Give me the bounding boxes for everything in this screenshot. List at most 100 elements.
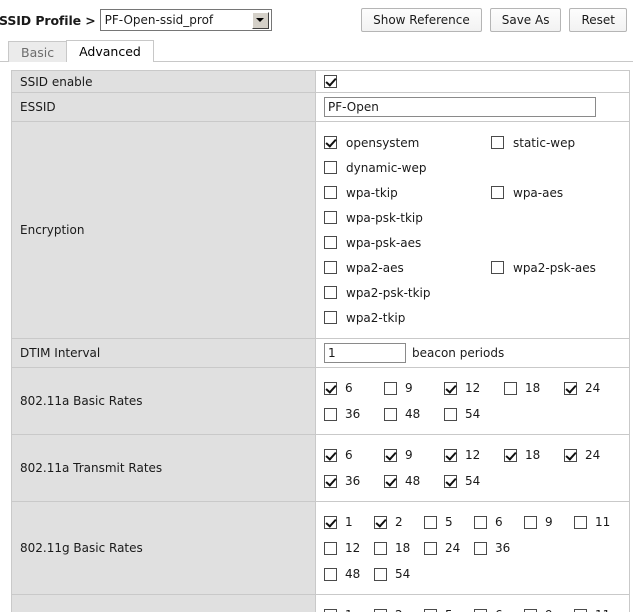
checkbox-wpa-tkip[interactable] [324,186,337,199]
rate-option-11a-basic-48[interactable]: 48 [384,407,444,421]
checkbox-11g-basic-54[interactable] [374,568,387,581]
checkbox-11g-tx-9[interactable] [524,609,537,612]
rate-option-11g-basic-12[interactable]: 12 [324,541,374,555]
checkbox-11g-basic-36[interactable] [474,542,487,555]
rate-option-11g-basic-24[interactable]: 24 [424,541,474,555]
checkbox-11g-basic-2[interactable] [374,516,387,529]
rate-option-11g-tx-5[interactable]: 5 [424,608,474,612]
rate-option-11a-basic-9[interactable]: 9 [384,381,444,395]
rate-option-11g-basic-9[interactable]: 9 [524,515,574,529]
tab-basic[interactable]: Basic [8,41,67,62]
checkbox-11g-basic-9[interactable] [524,516,537,529]
rate-option-11a-tx-12[interactable]: 12 [444,448,504,462]
checkbox-ssid-enable[interactable] [324,75,337,88]
encryption-option-static-wep[interactable]: static-wep [491,136,575,150]
encryption-option-wpa-aes[interactable]: wpa-aes [491,186,563,200]
rate-option-11g-basic-18[interactable]: 18 [374,541,424,555]
checkbox-11g-tx-2[interactable] [374,609,387,612]
encryption-option-wpa2-psk-aes[interactable]: wpa2-psk-aes [491,261,596,275]
checkbox-11a-tx-12[interactable] [444,449,457,462]
essid-input[interactable] [324,97,596,117]
checkbox-11a-basic-6[interactable] [324,382,337,395]
rate-option-11g-basic-36[interactable]: 36 [474,541,524,555]
checkbox-11a-tx-48[interactable] [384,475,397,488]
checkbox-11a-tx-54[interactable] [444,475,457,488]
checkbox-11g-basic-11[interactable] [574,516,587,529]
checkbox-11g-basic-5[interactable] [424,516,437,529]
rate-option-11g-basic-48[interactable]: 48 [324,567,374,581]
ssid-profile-select[interactable]: PF-Open-ssid_prof [100,9,272,31]
checkbox-11g-tx-11[interactable] [574,609,587,612]
encryption-option-wpa-psk-aes[interactable]: wpa-psk-aes [324,236,491,250]
checkbox-11g-basic-12[interactable] [324,542,337,555]
rate-option-11a-tx-6[interactable]: 6 [324,448,384,462]
rate-option-11g-basic-11[interactable]: 11 [574,515,624,529]
rate-option-11g-tx-2[interactable]: 2 [374,608,424,612]
rate-option-11a-basic-12[interactable]: 12 [444,381,504,395]
encryption-option-wpa2-aes[interactable]: wpa2-aes [324,261,491,275]
checkbox-wpa2-psk-tkip[interactable] [324,286,337,299]
rate-option-11a-basic-6[interactable]: 6 [324,381,384,395]
checkbox-11g-basic-18[interactable] [374,542,387,555]
show-reference-button[interactable]: Show Reference [361,8,482,32]
checkbox-11a-basic-24[interactable] [564,382,577,395]
checkbox-11g-basic-48[interactable] [324,568,337,581]
checkbox-11g-basic-24[interactable] [424,542,437,555]
checkbox-11a-basic-54[interactable] [444,408,457,421]
rate-option-11g-basic-5[interactable]: 5 [424,515,474,529]
checkbox-opensystem[interactable] [324,136,337,149]
rate-option-11g-basic-2[interactable]: 2 [374,515,424,529]
reset-button[interactable]: Reset [569,8,627,32]
checkbox-wpa2-aes[interactable] [324,261,337,274]
checkbox-11g-tx-5[interactable] [424,609,437,612]
checkbox-11g-basic-6[interactable] [474,516,487,529]
tab-advanced[interactable]: Advanced [66,40,154,62]
rate-option-11a-basic-18[interactable]: 18 [504,381,564,395]
rate-option-11a-tx-18[interactable]: 18 [504,448,564,462]
encryption-option-dynamic-wep[interactable]: dynamic-wep [324,161,491,175]
rate-option-11g-tx-9[interactable]: 9 [524,608,574,612]
checkbox-11a-basic-18[interactable] [504,382,517,395]
dtim-interval-input[interactable] [324,343,406,363]
rate-option-11g-tx-6[interactable]: 6 [474,608,524,612]
rate-option-11a-tx-48[interactable]: 48 [384,474,444,488]
rate-option-11g-basic-1[interactable]: 1 [324,515,374,529]
checkbox-dynamic-wep[interactable] [324,161,337,174]
checkbox-11a-basic-36[interactable] [324,408,337,421]
rate-option-11a-tx-54[interactable]: 54 [444,474,504,488]
chevron-down-icon[interactable] [252,12,269,29]
checkbox-wpa2-tkip[interactable] [324,311,337,324]
checkbox-11a-basic-48[interactable] [384,408,397,421]
rate-option-11g-basic-6[interactable]: 6 [474,515,524,529]
checkbox-11a-tx-24[interactable] [564,449,577,462]
checkbox-11g-tx-6[interactable] [474,609,487,612]
rate-option-11a-basic-54[interactable]: 54 [444,407,504,421]
rate-option-11g-basic-54[interactable]: 54 [374,567,424,581]
checkbox-11g-tx-1[interactable] [324,609,337,612]
save-as-button[interactable]: Save As [490,8,562,32]
checkbox-11a-basic-12[interactable] [444,382,457,395]
encryption-option-wpa2-tkip[interactable]: wpa2-tkip [324,311,491,325]
rate-option-11a-tx-9[interactable]: 9 [384,448,444,462]
checkbox-wpa-aes[interactable] [491,186,504,199]
rate-option-11a-basic-24[interactable]: 24 [564,381,624,395]
encryption-option-opensystem[interactable]: opensystem [324,136,491,150]
encryption-option-wpa2-psk-tkip[interactable]: wpa2-psk-tkip [324,286,491,300]
checkbox-static-wep[interactable] [491,136,504,149]
checkbox-11a-tx-9[interactable] [384,449,397,462]
checkbox-11a-basic-9[interactable] [384,382,397,395]
checkbox-wpa-psk-aes[interactable] [324,236,337,249]
rate-option-11a-tx-24[interactable]: 24 [564,448,624,462]
checkbox-11a-tx-6[interactable] [324,449,337,462]
checkbox-11g-basic-1[interactable] [324,516,337,529]
rate-option-11g-tx-1[interactable]: 1 [324,608,374,612]
checkbox-11a-tx-18[interactable] [504,449,517,462]
encryption-option-wpa-psk-tkip[interactable]: wpa-psk-tkip [324,211,491,225]
rate-option-11g-tx-11[interactable]: 11 [574,608,624,612]
rate-option-11a-basic-36[interactable]: 36 [324,407,384,421]
checkbox-11a-tx-36[interactable] [324,475,337,488]
checkbox-wpa-psk-tkip[interactable] [324,211,337,224]
checkbox-wpa2-psk-aes[interactable] [491,261,504,274]
encryption-option-wpa-tkip[interactable]: wpa-tkip [324,186,491,200]
rate-option-11a-tx-36[interactable]: 36 [324,474,384,488]
